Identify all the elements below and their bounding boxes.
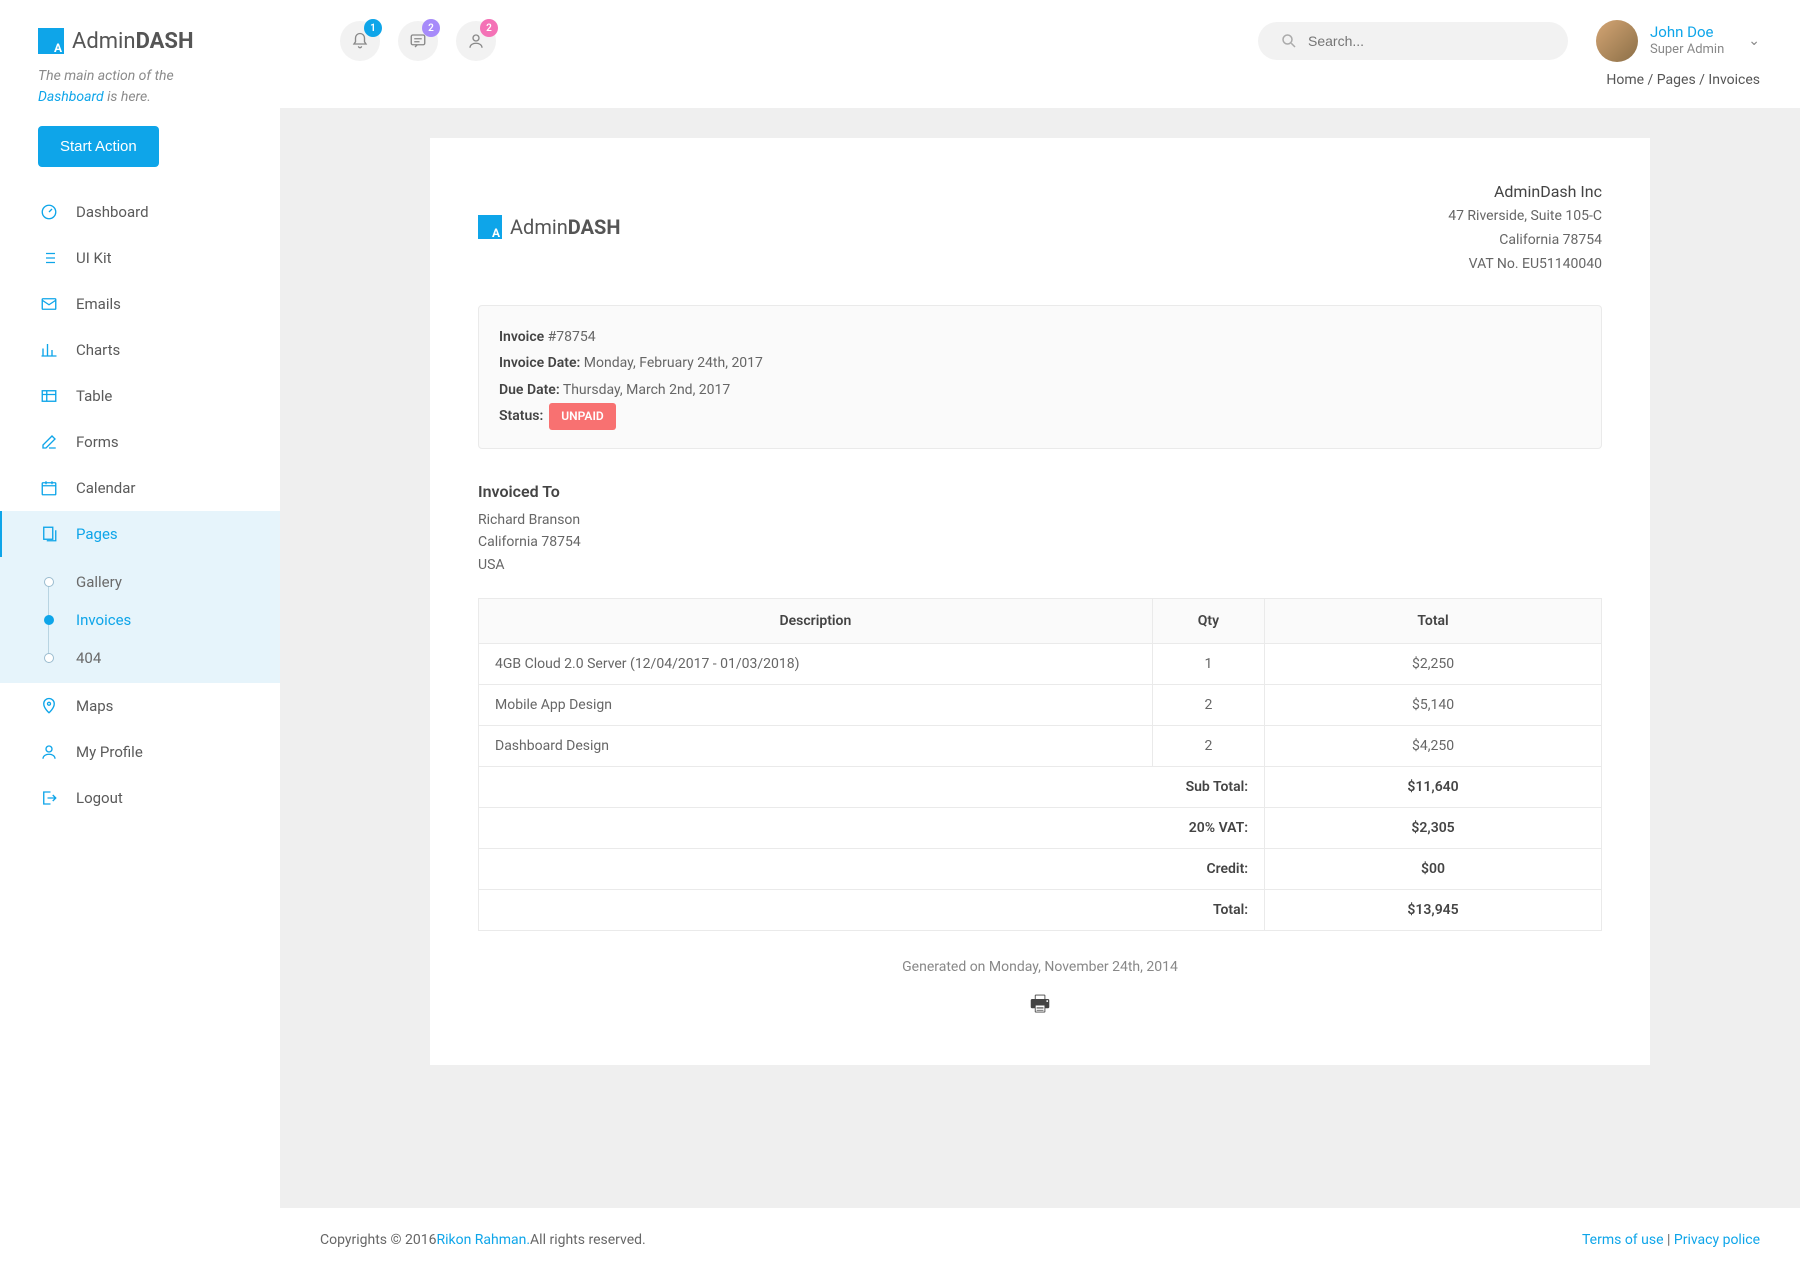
logo-mark-icon — [38, 28, 64, 54]
terms-link[interactable]: Terms of use — [1582, 1232, 1664, 1248]
chevron-down-icon: ⌄ — [1748, 33, 1760, 49]
th-total: Total — [1265, 598, 1602, 643]
breadcrumb[interactable]: Home / Pages / Invoices — [280, 72, 1800, 108]
search-icon — [1280, 32, 1298, 50]
nav-logout[interactable]: Logout — [0, 775, 280, 821]
table-icon — [38, 385, 60, 407]
invoice-logo: AdminDASH — [478, 178, 620, 277]
topbar: 1 2 2 John Doe Super Admin ⌄ — [280, 0, 1800, 72]
pages-icon — [38, 523, 60, 545]
gauge-icon — [38, 201, 60, 223]
chart-icon — [38, 339, 60, 361]
footer-author-link[interactable]: Rikon Rahman. — [436, 1232, 530, 1248]
search-box[interactable] — [1258, 22, 1568, 60]
nav: Dashboard UI Kit Emails Charts Table For… — [0, 189, 280, 821]
envelope-icon — [38, 293, 60, 315]
table-row: Mobile App Design2$5,140 — [479, 684, 1602, 725]
users-button[interactable]: 2 — [456, 21, 496, 61]
notifications-button[interactable]: 1 — [340, 21, 380, 61]
user-role: Super Admin — [1650, 42, 1724, 59]
user-name: John Doe — [1650, 23, 1724, 43]
sub-nav-pages: Gallery Invoices 404 — [0, 557, 280, 683]
messages-badge: 2 — [422, 19, 440, 37]
nav-dashboard[interactable]: Dashboard — [0, 189, 280, 235]
list-icon — [38, 247, 60, 269]
th-description: Description — [479, 598, 1153, 643]
nav-table[interactable]: Table — [0, 373, 280, 419]
search-input[interactable] — [1308, 33, 1546, 49]
start-action-button[interactable]: Start Action — [38, 126, 159, 167]
user-icon — [38, 741, 60, 763]
company-address: AdminDash Inc 47 Riverside, Suite 105-C … — [1448, 178, 1602, 277]
nav-forms[interactable]: Forms — [0, 419, 280, 465]
invoice-meta: Invoice #78754 Invoice Date: Monday, Feb… — [478, 305, 1602, 450]
print-icon: 🖶 — [1030, 992, 1051, 1017]
calendar-icon — [38, 477, 60, 499]
invoice-table: Description Qty Total 4GB Cloud 2.0 Serv… — [478, 598, 1602, 931]
print-button[interactable]: 🖶 — [478, 987, 1602, 1025]
logo[interactable]: AdminDASH — [38, 28, 280, 54]
subnav-404[interactable]: 404 — [0, 639, 280, 677]
map-pin-icon — [38, 695, 60, 717]
logo-mark-icon — [478, 215, 502, 239]
nav-charts[interactable]: Charts — [0, 327, 280, 373]
main: 1 2 2 John Doe Super Admin ⌄ Home / Page… — [280, 0, 1800, 1272]
messages-button[interactable]: 2 — [398, 21, 438, 61]
content: AdminDASH AdminDash Inc 47 Riverside, Su… — [280, 108, 1800, 1208]
logo-text-prefix: Admin — [72, 29, 136, 54]
users-badge: 2 — [480, 19, 498, 37]
privacy-link[interactable]: Privacy police — [1674, 1232, 1760, 1248]
status-badge: UNPAID — [549, 403, 615, 430]
tagline: The main action of the Dashboard is here… — [38, 66, 242, 108]
subnav-invoices[interactable]: Invoices — [0, 601, 280, 639]
table-row: Dashboard Design2$4,250 — [479, 725, 1602, 766]
nav-uikit[interactable]: UI Kit — [0, 235, 280, 281]
th-qty: Qty — [1152, 598, 1264, 643]
nav-calendar[interactable]: Calendar — [0, 465, 280, 511]
nav-profile[interactable]: My Profile — [0, 729, 280, 775]
logo-text-suffix: DASH — [136, 29, 194, 54]
nav-emails[interactable]: Emails — [0, 281, 280, 327]
user-menu[interactable]: John Doe Super Admin ⌄ — [1596, 20, 1760, 62]
footer: Copyrights © 2016 Rikon Rahman. All righ… — [280, 1208, 1800, 1272]
nav-maps[interactable]: Maps — [0, 683, 280, 729]
nav-pages[interactable]: Pages — [0, 511, 280, 557]
edit-icon — [38, 431, 60, 453]
generated-note: Generated on Monday, November 24th, 2014 — [478, 959, 1602, 975]
table-row: 4GB Cloud 2.0 Server (12/04/2017 - 01/03… — [479, 643, 1602, 684]
logout-icon — [38, 787, 60, 809]
bill-to: Invoiced To Richard Branson California 7… — [478, 479, 1602, 576]
sidebar: AdminDASH The main action of the Dashboa… — [0, 0, 280, 1272]
notifications-badge: 1 — [364, 19, 382, 37]
invoice-card: AdminDASH AdminDash Inc 47 Riverside, Su… — [430, 138, 1650, 1065]
subnav-gallery[interactable]: Gallery — [0, 563, 280, 601]
avatar — [1596, 20, 1638, 62]
